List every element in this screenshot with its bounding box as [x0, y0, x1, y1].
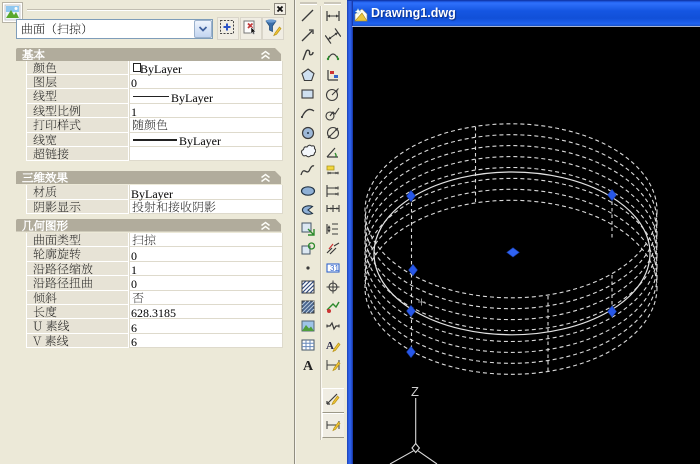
svg-text:A: A	[326, 340, 334, 352]
svg-text:Z: Z	[411, 384, 419, 399]
svg-text:A: A	[303, 359, 314, 373]
svg-text:31: 31	[330, 264, 339, 273]
